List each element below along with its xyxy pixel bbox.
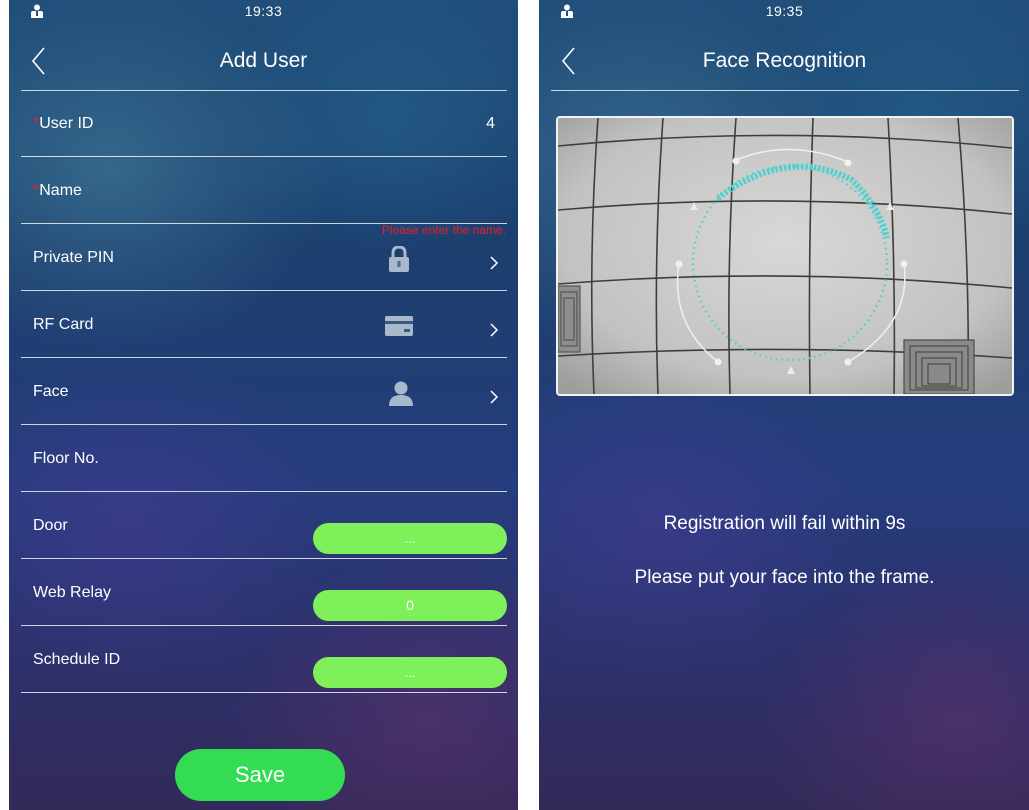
status-time: 19:33 [244,3,283,19]
timeout-message: Registration will fail within 9s [663,513,906,534]
schedule-id-label: Schedule ID [33,651,121,668]
face-row[interactable]: Face [21,359,507,425]
page-title: Add User [219,49,308,72]
status-time: 19:35 [765,3,804,19]
title-divider [551,90,1019,91]
face-label: Face [33,383,69,400]
private-pin-label: Private PIN [33,249,114,266]
user-id-row[interactable]: *User ID 4 [21,91,507,157]
name-label: *Name [33,182,82,199]
air-vent-left [558,285,581,353]
floor-no-label: Floor No. [33,450,99,467]
person-icon [389,381,413,406]
status-bar: 19:33 [9,0,518,24]
chevron-right-icon [490,390,499,404]
door-row: Door ... [21,493,507,559]
name-row[interactable]: *Name [21,158,507,224]
page-title: Face Recognition [702,49,867,72]
user-id-label: *User ID [33,115,94,132]
user-id-value: 4 [486,115,495,132]
chevron-right-icon [490,323,499,337]
floor-no-row[interactable]: Floor No. [21,426,507,492]
web-relay-label: Web Relay [33,584,111,601]
air-vent-right [903,339,975,394]
face-recognition-screen: 19:35 Face Recognition Registration will… [539,0,1029,810]
rf-card-row[interactable]: RF Card [21,292,507,358]
status-bar: 19:35 [539,0,1029,24]
private-pin-row[interactable]: Please enter the name. Private PIN [21,223,507,291]
save-button[interactable]: Save [175,749,345,801]
rf-card-label: RF Card [33,316,94,333]
camera-preview [556,116,1014,396]
door-select[interactable]: ... [313,523,507,554]
web-relay-row: Web Relay 0 [21,560,507,626]
schedule-id-row: Schedule ID ... [21,627,507,693]
schedule-id-select[interactable]: ... [313,657,507,688]
titlebar: Add User [9,38,518,91]
camera-feed [558,118,1012,394]
chevron-right-icon [490,256,499,270]
add-user-screen: 19:33 Add User *User ID 4 *Name Please e… [9,0,518,810]
instruction-message: Please put your face into the frame. [634,567,935,588]
card-icon [385,316,413,336]
door-label: Door [33,517,68,534]
lock-icon [389,246,409,272]
web-relay-select[interactable]: 0 [313,590,507,621]
titlebar: Face Recognition [539,38,1029,91]
name-error-hint: Please enter the name. [381,223,506,237]
